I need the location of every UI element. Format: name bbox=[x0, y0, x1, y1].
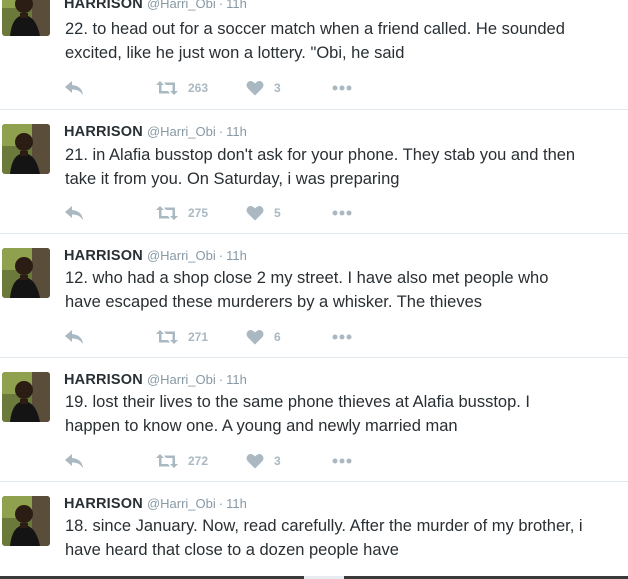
like-button[interactable]: 3 bbox=[246, 78, 281, 98]
tweet-header: HARRISON @Harri_Obi · 11h bbox=[64, 122, 247, 140]
avatar[interactable] bbox=[2, 372, 50, 422]
retweet-count: 272 bbox=[188, 454, 209, 468]
reply-icon bbox=[64, 329, 84, 345]
retweet-button[interactable]: 272 bbox=[156, 451, 208, 471]
retweet-icon bbox=[156, 205, 178, 221]
tweet-text: 19. lost their lives to the same phone t… bbox=[65, 393, 531, 435]
tweet-header: HARRISON @Harri_Obi · 11h bbox=[64, 0, 247, 12]
tweet[interactable]: HARRISON @Harri_Obi · 11h 18. since January… bbox=[0, 482, 628, 576]
tweet-header: HARRISON @Harri_Obi · 11h bbox=[64, 494, 247, 512]
separator-dot: · bbox=[218, 248, 224, 263]
retweet-button[interactable]: 263 bbox=[156, 78, 208, 98]
author-name[interactable]: HARRISON bbox=[64, 0, 143, 12]
like-button[interactable]: 6 bbox=[246, 327, 281, 347]
retweet-count: 271 bbox=[188, 330, 209, 344]
more-icon bbox=[332, 458, 352, 464]
avatar[interactable] bbox=[2, 0, 50, 36]
reply-icon bbox=[64, 453, 84, 469]
tweet[interactable]: HARRISON @Harri_Obi · 11h 19. lost their li… bbox=[0, 358, 628, 482]
tweet-header: HARRISON @Harri_Obi · 11h bbox=[64, 246, 247, 264]
tweet-text: 18. since January. Now, read carefully. … bbox=[65, 517, 583, 559]
separator-dot: · bbox=[218, 124, 224, 139]
retweet-icon bbox=[156, 80, 178, 96]
author-name[interactable]: HARRISON bbox=[64, 496, 143, 512]
author-handle[interactable]: @Harri_Obi bbox=[147, 124, 216, 139]
avatar[interactable] bbox=[2, 496, 50, 546]
author-handle[interactable]: @Harri_Obi bbox=[147, 0, 216, 11]
tweet-actions: 263 3 bbox=[64, 78, 404, 98]
heart-icon bbox=[246, 453, 264, 469]
timestamp[interactable]: 11h bbox=[226, 0, 247, 11]
separator-dot: · bbox=[218, 496, 224, 511]
reply-button[interactable] bbox=[64, 78, 84, 98]
avatar[interactable] bbox=[2, 124, 50, 174]
more-icon bbox=[332, 334, 352, 340]
retweet-count: 275 bbox=[188, 206, 209, 220]
author-name[interactable]: HARRISON bbox=[64, 248, 143, 264]
heart-icon bbox=[246, 205, 264, 221]
more-button[interactable] bbox=[332, 203, 352, 223]
retweet-button[interactable]: 275 bbox=[156, 203, 208, 223]
tweet-actions: 271 6 bbox=[64, 327, 404, 347]
tweet[interactable]: HARRISON @Harri_Obi · 11h 22. to head out f… bbox=[0, 0, 628, 110]
author-name[interactable]: HARRISON bbox=[64, 372, 143, 388]
tweet-actions: 275 5 bbox=[64, 203, 404, 223]
timestamp[interactable]: 11h bbox=[226, 124, 247, 139]
tweet[interactable]: HARRISON @Harri_Obi · 11h 21. in Alafia bus… bbox=[0, 110, 628, 234]
retweet-count: 263 bbox=[188, 81, 209, 95]
author-handle[interactable]: @Harri_Obi bbox=[147, 496, 216, 511]
more-icon bbox=[332, 85, 352, 91]
reply-button[interactable] bbox=[64, 327, 84, 347]
more-icon bbox=[332, 210, 352, 216]
tweet-text: 12. who had a shop close 2 my street. I … bbox=[65, 269, 549, 311]
reply-button[interactable] bbox=[64, 451, 84, 471]
retweet-button[interactable]: 271 bbox=[156, 327, 208, 347]
timestamp[interactable]: 11h bbox=[226, 496, 247, 511]
separator-dot: · bbox=[218, 372, 224, 387]
author-handle[interactable]: @Harri_Obi bbox=[147, 248, 216, 263]
reply-icon bbox=[64, 80, 84, 96]
more-button[interactable] bbox=[332, 327, 352, 347]
retweet-icon bbox=[156, 453, 178, 469]
heart-icon bbox=[246, 80, 264, 96]
tweet-text: 21. in Alafia busstop don't ask for your… bbox=[65, 146, 576, 188]
more-button[interactable] bbox=[332, 451, 352, 471]
like-button[interactable]: 3 bbox=[246, 451, 281, 471]
tweet[interactable]: HARRISON @Harri_Obi · 11h 12. who had a sho… bbox=[0, 234, 628, 358]
like-count: 3 bbox=[274, 81, 281, 95]
like-count: 3 bbox=[274, 454, 281, 468]
author-name[interactable]: HARRISON bbox=[64, 124, 143, 140]
separator-dot: · bbox=[218, 0, 224, 11]
timestamp[interactable]: 11h bbox=[226, 248, 247, 263]
tweet-text: 22. to head out for a soccer match when … bbox=[65, 20, 565, 62]
tweet-header: HARRISON @Harri_Obi · 11h bbox=[64, 370, 247, 388]
reply-button[interactable] bbox=[64, 203, 84, 223]
like-count: 5 bbox=[274, 206, 281, 220]
avatar[interactable] bbox=[2, 248, 50, 298]
like-count: 6 bbox=[274, 330, 281, 344]
tweet-timeline: HARRISON @Harri_Obi · 11h 22. to head out f… bbox=[0, 0, 628, 579]
like-button[interactable]: 5 bbox=[246, 203, 281, 223]
timestamp[interactable]: 11h bbox=[226, 372, 247, 387]
more-button[interactable] bbox=[332, 78, 352, 98]
heart-icon bbox=[246, 329, 264, 345]
author-handle[interactable]: @Harri_Obi bbox=[147, 372, 216, 387]
reply-icon bbox=[64, 205, 84, 221]
retweet-icon bbox=[156, 329, 178, 345]
tweet-actions: 272 3 bbox=[64, 451, 404, 471]
